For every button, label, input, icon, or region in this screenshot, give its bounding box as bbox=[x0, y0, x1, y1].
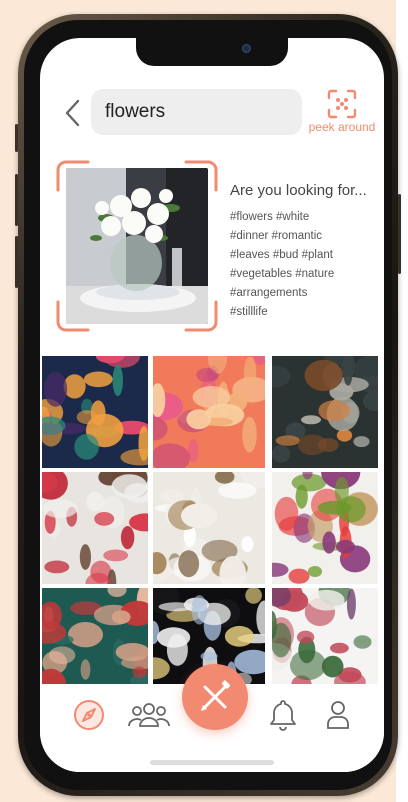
notch bbox=[136, 38, 288, 66]
abstract-flower-painting-image bbox=[42, 356, 148, 468]
image-scan-frame[interactable] bbox=[56, 160, 218, 332]
nav-community[interactable] bbox=[126, 698, 172, 732]
vegetables-bag-image bbox=[272, 472, 378, 584]
mute-switch bbox=[15, 124, 18, 152]
hand-painted-nails-image bbox=[42, 588, 148, 688]
front-camera bbox=[242, 44, 251, 53]
grid-image-vegetables-bag[interactable] bbox=[272, 472, 378, 584]
search-field[interactable] bbox=[91, 89, 302, 135]
white-flowers-vase-image bbox=[66, 168, 208, 324]
tag-list: #flowers #white #dinner #romantic #leave… bbox=[230, 208, 380, 322]
grid-image-hand-painted-nails[interactable] bbox=[42, 588, 148, 688]
back-button[interactable] bbox=[62, 98, 84, 128]
suggestion-title: Are you looking for... bbox=[230, 182, 367, 199]
power-button bbox=[398, 194, 401, 274]
grid-image-dried-flowers-vase[interactable] bbox=[153, 472, 265, 584]
compass-icon bbox=[74, 700, 104, 730]
peek-around-button[interactable]: peek around bbox=[306, 88, 378, 138]
dried-flowers-vase-image bbox=[153, 472, 265, 584]
volume-down-button bbox=[15, 236, 18, 288]
tag-line[interactable]: #arrangements bbox=[230, 284, 380, 303]
grid-image-abstract-flower-painting[interactable] bbox=[42, 356, 148, 468]
peek-around-label: peek around bbox=[308, 120, 376, 134]
tag-line[interactable]: #dinner #romantic bbox=[230, 227, 380, 246]
tag-line[interactable]: #leaves #bud #plant bbox=[230, 246, 380, 265]
nav-explore[interactable] bbox=[72, 698, 106, 732]
nav-notifications[interactable] bbox=[268, 698, 298, 732]
grid-image-woman-red-flowers[interactable] bbox=[42, 472, 148, 584]
woman-red-flowers-image bbox=[42, 472, 148, 584]
tag-line[interactable]: #flowers #white bbox=[230, 208, 380, 227]
volume-up-button bbox=[15, 174, 18, 226]
tag-line[interactable]: #vegetables #nature bbox=[230, 265, 380, 284]
tag-line[interactable]: #stilllife bbox=[230, 303, 380, 322]
bell-icon bbox=[270, 700, 296, 731]
user-icon bbox=[327, 701, 349, 729]
nav-profile[interactable] bbox=[324, 698, 352, 732]
grid-image-pink-orange-flowers[interactable] bbox=[153, 356, 265, 468]
chevron-left-icon bbox=[65, 99, 80, 127]
people-icon bbox=[128, 703, 170, 727]
scan-icon bbox=[327, 89, 357, 119]
pencil-brush-icon bbox=[201, 680, 231, 711]
search-input[interactable] bbox=[105, 101, 302, 123]
dark-still-life-radio-image bbox=[272, 356, 378, 468]
scattered-flowers-white-image bbox=[272, 588, 378, 688]
pink-orange-flowers-image bbox=[153, 356, 265, 468]
create-button[interactable] bbox=[182, 664, 248, 730]
app-screen: peek around bbox=[40, 38, 384, 772]
suggested-image bbox=[66, 168, 208, 324]
grid-image-scattered-flowers-white[interactable] bbox=[272, 588, 378, 688]
grid-image-dark-still-life-radio[interactable] bbox=[272, 356, 378, 468]
home-indicator bbox=[150, 760, 274, 765]
